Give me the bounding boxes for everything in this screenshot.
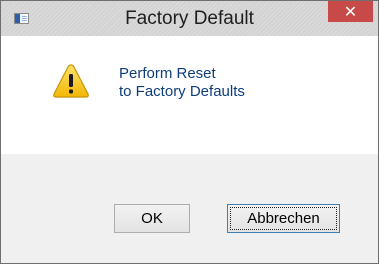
dialog-window: Factory Default ✕ Perform Reset to Facto… [0,0,379,264]
title-bar[interactable]: Factory Default ✕ [1,1,378,36]
ok-button[interactable]: OK [114,204,190,233]
focus-ring [230,207,337,230]
message-line-1: Perform Reset [119,65,216,82]
message-line-2: to Factory Defaults [119,83,245,100]
close-icon: ✕ [343,2,358,21]
dialog-message: Perform Reset to Factory Defaults [119,65,245,101]
cancel-button[interactable]: Abbrechen [227,204,340,233]
warning-icon [53,64,89,98]
window-title: Factory Default [125,8,254,29]
close-button[interactable]: ✕ [328,1,373,22]
